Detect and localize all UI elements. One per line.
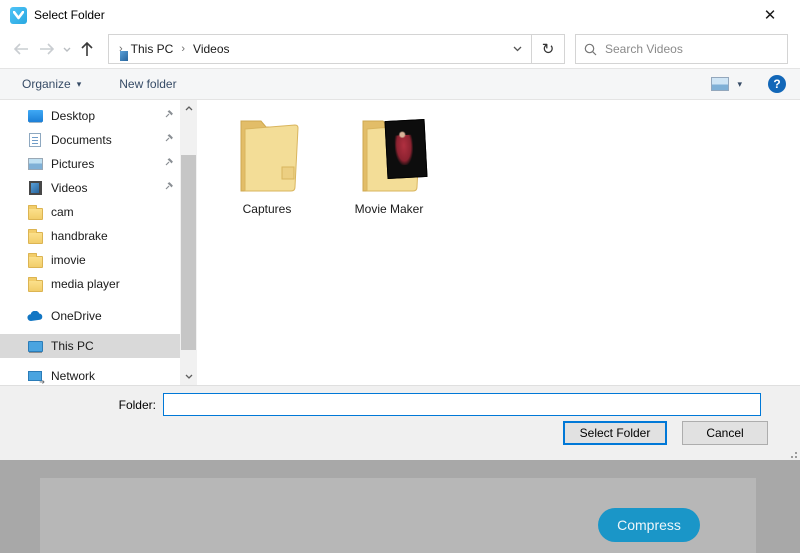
scrollbar-track[interactable] bbox=[180, 117, 197, 368]
sidebar-item-label: handbrake bbox=[51, 229, 108, 243]
app-logo-icon bbox=[10, 7, 27, 24]
scroll-down-icon[interactable] bbox=[180, 368, 197, 385]
folder-icon bbox=[27, 204, 43, 220]
new-folder-label: New folder bbox=[119, 77, 176, 91]
sidebar-item-documents[interactable]: Documents bbox=[0, 128, 180, 152]
dialog-footer: Folder: Select Folder Cancel bbox=[0, 385, 800, 460]
monitor-icon bbox=[27, 338, 43, 354]
folder-icon bbox=[226, 112, 308, 200]
sidebar-item-desktop[interactable]: Desktop bbox=[0, 104, 180, 128]
address-bar[interactable]: › This PC › Videos ↻ bbox=[108, 34, 565, 64]
sidebar-item-handbrake[interactable]: handbrake bbox=[0, 224, 180, 248]
folder-name: Movie Maker bbox=[355, 202, 424, 216]
sidebar-item-label: cam bbox=[51, 205, 74, 219]
refresh-icon[interactable]: ↻ bbox=[531, 35, 564, 63]
compress-button[interactable]: Compress bbox=[598, 508, 700, 542]
breadcrumb-this-pc[interactable]: This PC bbox=[125, 42, 180, 56]
folder-field-label: Folder: bbox=[0, 398, 163, 412]
select-folder-button[interactable]: Select Folder bbox=[563, 421, 667, 445]
folder-icon bbox=[27, 228, 43, 244]
sidebar-item-label: Desktop bbox=[51, 109, 95, 123]
dialog-title: Select Folder bbox=[34, 8, 105, 22]
dialog-body: Desktop Documents Pictures Videos cam bbox=[0, 100, 800, 385]
breadcrumb-videos[interactable]: Videos bbox=[187, 42, 235, 56]
organize-menu[interactable]: Organize ▾ bbox=[14, 69, 89, 99]
folder-icon bbox=[27, 252, 43, 268]
address-dropdown-chevron-icon[interactable] bbox=[503, 35, 531, 63]
pin-icon bbox=[164, 132, 174, 146]
folder-tile-movie-maker[interactable]: Movie Maker bbox=[337, 112, 441, 216]
scroll-up-icon[interactable] bbox=[180, 100, 197, 117]
scrollbar-thumb[interactable] bbox=[181, 155, 196, 350]
sidebar-item-network[interactable]: Network bbox=[0, 364, 180, 385]
sidebar-item-label: Network bbox=[51, 369, 95, 383]
resize-grip[interactable] bbox=[787, 448, 797, 458]
pin-icon bbox=[164, 156, 174, 170]
folder-tile-captures[interactable]: Captures bbox=[215, 112, 319, 216]
help-icon[interactable]: ? bbox=[768, 75, 786, 93]
document-icon bbox=[27, 132, 43, 148]
sidebar-item-videos[interactable]: Videos bbox=[0, 176, 180, 200]
sidebar-scrollbar[interactable] bbox=[180, 100, 197, 385]
picture-icon bbox=[27, 156, 43, 172]
sidebar-item-label: media player bbox=[51, 277, 120, 291]
search-icon bbox=[584, 43, 597, 56]
view-mode-icon[interactable] bbox=[711, 77, 729, 91]
up-arrow-icon[interactable] bbox=[74, 36, 100, 62]
desktop-icon bbox=[27, 108, 43, 124]
background-app-area: Compress bbox=[0, 460, 800, 553]
select-folder-dialog: Select Folder ✕ › This PC › Videos bbox=[0, 0, 800, 460]
sidebar-item-label: Videos bbox=[51, 181, 87, 195]
title-bar: Select Folder ✕ bbox=[0, 0, 800, 30]
breadcrumb-separator: › bbox=[179, 43, 187, 55]
recent-locations-chevron-icon[interactable] bbox=[60, 36, 74, 62]
folder-list: Captures Movie Maker bbox=[197, 100, 800, 385]
sidebar-item-media-player[interactable]: media player bbox=[0, 272, 180, 296]
cancel-button[interactable]: Cancel bbox=[682, 421, 768, 445]
folder-icon bbox=[348, 112, 430, 200]
onedrive-cloud-icon bbox=[27, 308, 43, 324]
forward-arrow-icon[interactable] bbox=[34, 36, 60, 62]
back-arrow-icon[interactable] bbox=[8, 36, 34, 62]
sidebar-item-label: OneDrive bbox=[51, 309, 102, 323]
chevron-down-icon: ▾ bbox=[77, 79, 82, 90]
organize-label: Organize bbox=[22, 77, 71, 91]
sidebar-item-pictures[interactable]: Pictures bbox=[0, 152, 180, 176]
pin-icon bbox=[164, 108, 174, 122]
command-bar: Organize ▾ New folder ▾ ? bbox=[0, 68, 800, 100]
network-icon bbox=[27, 368, 43, 384]
video-thumbnail bbox=[385, 119, 428, 179]
sidebar-item-label: Documents bbox=[51, 133, 112, 147]
sidebar-item-onedrive[interactable]: OneDrive bbox=[0, 304, 180, 328]
film-icon bbox=[27, 180, 43, 196]
breadcrumb: › This PC › Videos bbox=[109, 35, 503, 63]
folder-name-input[interactable] bbox=[163, 393, 761, 416]
sidebar-item-label: imovie bbox=[51, 253, 86, 267]
background-panel: Compress bbox=[40, 478, 756, 553]
navigation-bar: › This PC › Videos ↻ bbox=[0, 30, 800, 68]
new-folder-button[interactable]: New folder bbox=[111, 69, 184, 99]
view-mode-chevron-icon[interactable]: ▾ bbox=[737, 79, 742, 90]
sidebar-item-label: Pictures bbox=[51, 157, 94, 171]
sidebar-item-cam[interactable]: cam bbox=[0, 200, 180, 224]
close-icon[interactable]: ✕ bbox=[750, 0, 790, 30]
folder-name: Captures bbox=[243, 202, 292, 216]
search-input[interactable] bbox=[605, 42, 779, 56]
sidebar-item-imovie[interactable]: imovie bbox=[0, 248, 180, 272]
sidebar-item-this-pc[interactable]: This PC bbox=[0, 334, 180, 358]
pin-icon bbox=[164, 180, 174, 194]
folder-icon bbox=[27, 276, 43, 292]
search-box[interactable] bbox=[575, 34, 788, 64]
navigation-pane: Desktop Documents Pictures Videos cam bbox=[0, 100, 180, 385]
sidebar-item-label: This PC bbox=[51, 339, 94, 353]
